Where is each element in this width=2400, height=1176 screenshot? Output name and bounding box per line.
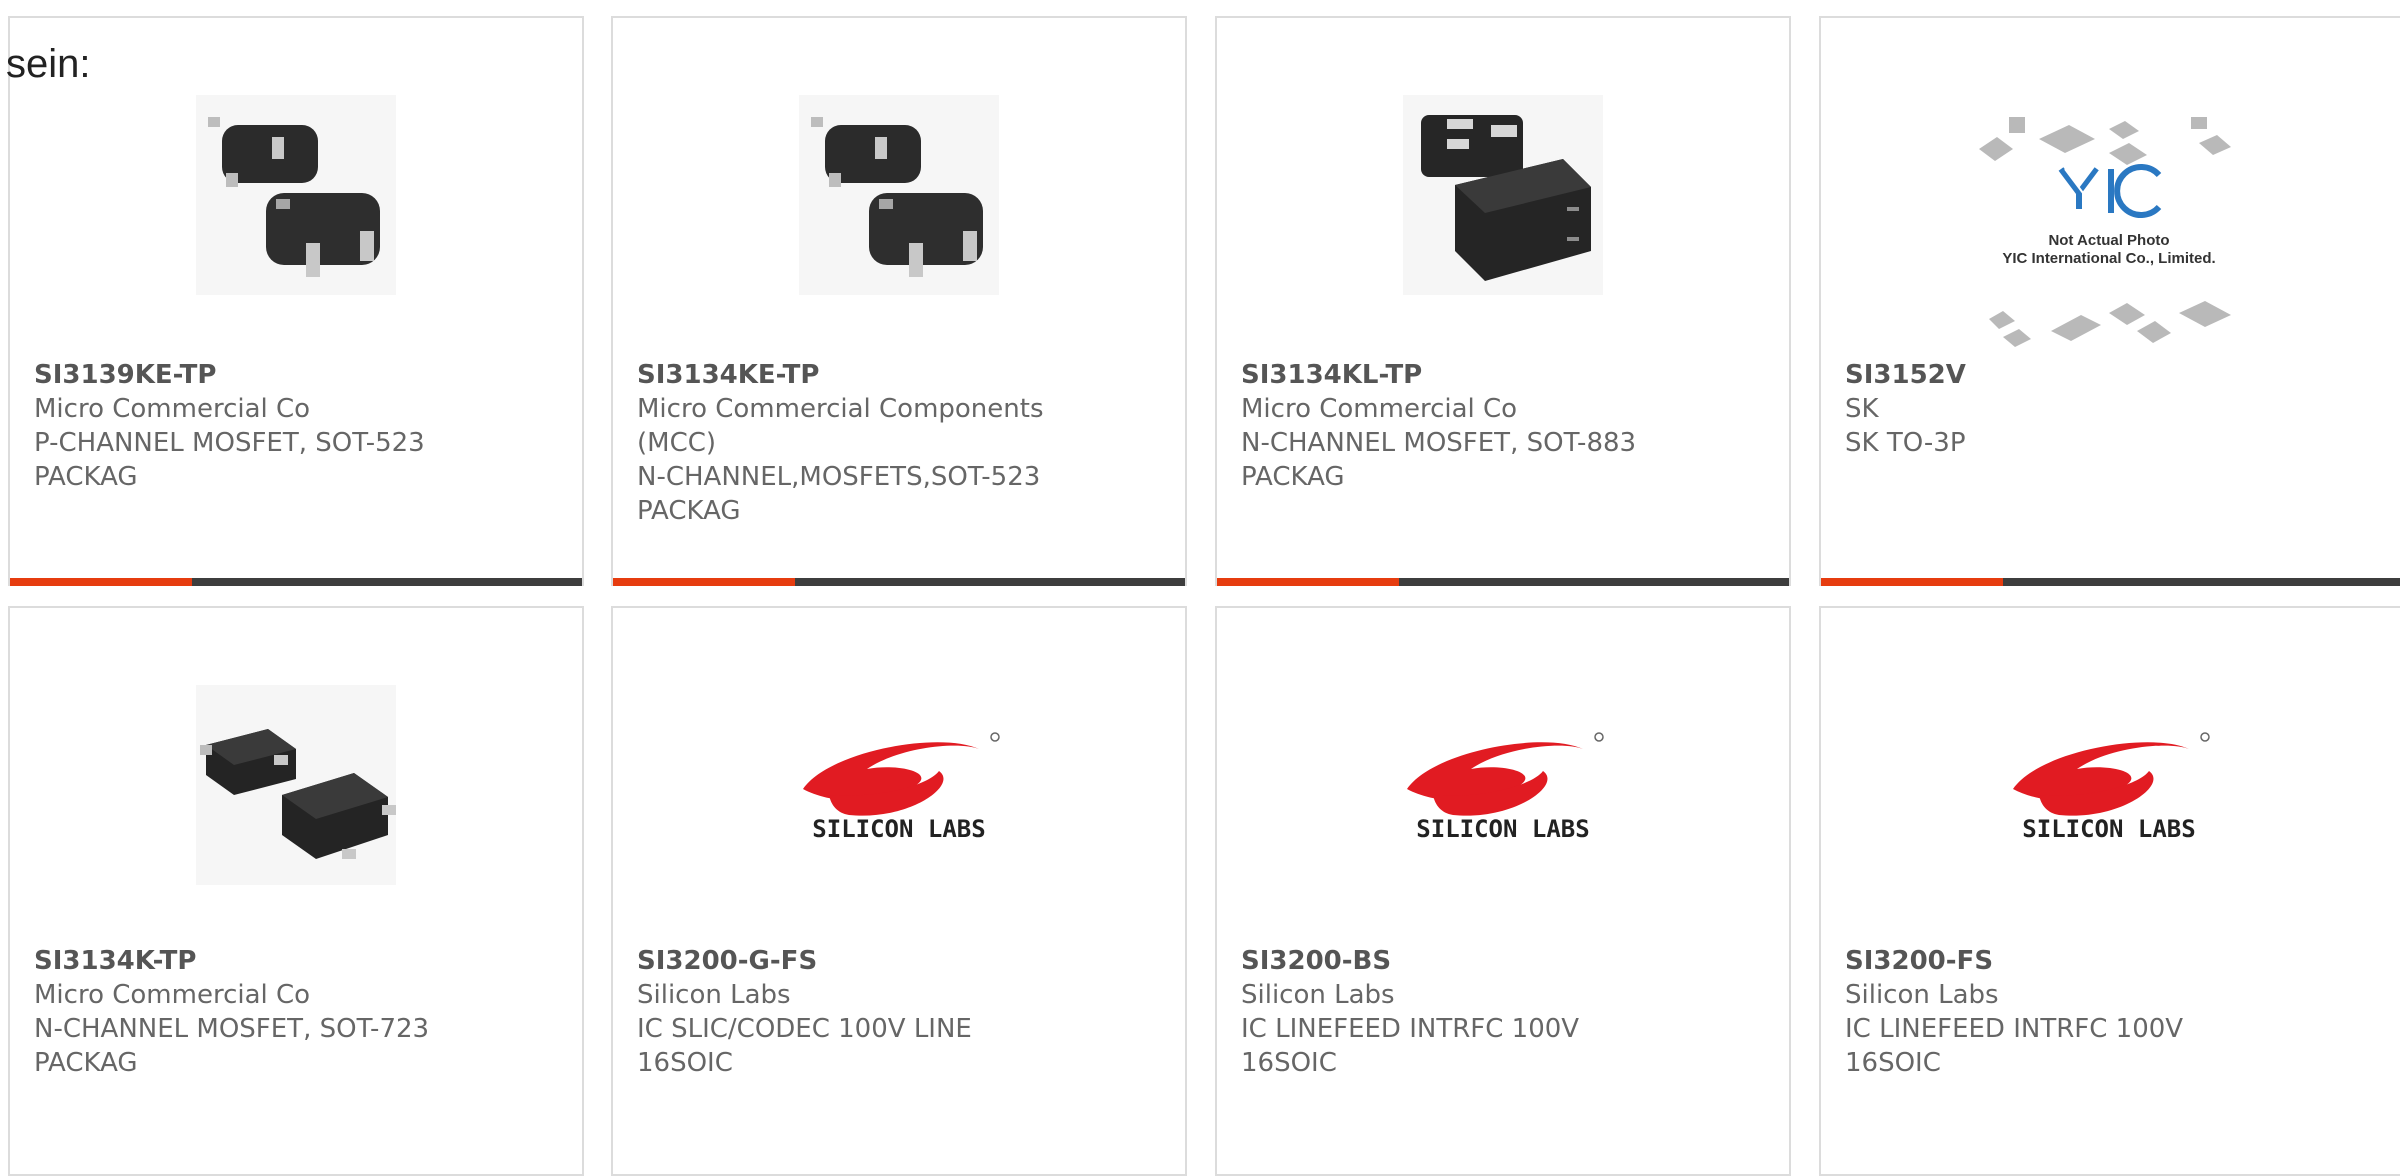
description-line: 16SOIC <box>637 1048 733 1078</box>
part-number-link[interactable]: SI3134KE-TP <box>637 358 1165 392</box>
manufacturer: Micro Commercial Co <box>34 980 311 1010</box>
sot-883-package-icon <box>1403 95 1603 295</box>
description-line: SK TO-3P <box>1845 428 1966 458</box>
silicon-labs-logo: SILICON LABS <box>803 732 1000 843</box>
card-accent <box>1821 578 2003 586</box>
product-card[interactable]: SI3134K-TP Micro Commercial Co N-CHANNEL… <box>8 606 584 1176</box>
product-image[interactable]: SILICON LABS <box>1217 670 1789 900</box>
logo-text: SILICON LABS <box>2022 815 2195 843</box>
description-line: 16SOIC <box>1845 1048 1941 1078</box>
silicon-labs-logo: SILICON LABS <box>1407 732 1604 843</box>
product-image[interactable] <box>10 670 582 900</box>
sot-523-package-icon <box>799 95 999 295</box>
intro-text: sein: <box>6 42 91 86</box>
sot-723-package-icon <box>196 685 396 885</box>
product-card[interactable]: SILICON LABS SI3200-G-FS Silicon Labs IC… <box>611 606 1187 1176</box>
product-image[interactable] <box>1217 80 1789 310</box>
manufacturer-line-2: (MCC) <box>637 428 717 458</box>
manufacturer: Silicon Labs <box>637 980 791 1010</box>
placeholder-caption: YIC International Co., Limited. <box>2002 250 2215 267</box>
logo-text: SILICON LABS <box>812 815 985 843</box>
part-number-link[interactable]: SI3134KL-TP <box>1241 358 1769 392</box>
manufacturer: Micro Commercial Co <box>1241 394 1518 424</box>
product-info: SI3139KE-TP Micro Commercial Co P-CHANNE… <box>34 358 562 494</box>
product-info: SI3134KL-TP Micro Commercial Co N-CHANNE… <box>1241 358 1769 494</box>
product-image[interactable]: SILICON LABS <box>1821 670 2397 900</box>
description-line: N-CHANNEL MOSFET, SOT-723 <box>34 1014 430 1044</box>
placeholder-caption: Not Actual Photo <box>2048 232 2169 249</box>
description-line: PACKAG <box>34 1048 138 1078</box>
product-card[interactable]: SI3134KL-TP Micro Commercial Co N-CHANNE… <box>1215 16 1791 586</box>
part-number-link[interactable]: SI3139KE-TP <box>34 358 562 392</box>
product-info: SI3200-BS Silicon Labs IC LINEFEED INTRF… <box>1241 944 1769 1080</box>
description-line: P-CHANNEL MOSFET, SOT-523 <box>34 428 425 458</box>
logo-text: SILICON LABS <box>1416 815 1589 843</box>
card-accent <box>613 578 795 586</box>
product-card[interactable]: SILICON LABS SI3200-FS Silicon Labs IC L… <box>1819 606 2400 1176</box>
card-footer-bar <box>10 578 582 586</box>
manufacturer: SK <box>1845 394 1879 424</box>
description-line: 16SOIC <box>1241 1048 1337 1078</box>
manufacturer: Micro Commercial Co <box>34 394 311 424</box>
description-line: IC LINEFEED INTRFC 100V <box>1845 1014 2184 1044</box>
part-number-link[interactable]: SI3200-BS <box>1241 944 1769 978</box>
product-image[interactable] <box>613 80 1185 310</box>
card-footer-bar <box>1217 578 1789 586</box>
description-line: IC SLIC/CODEC 100V LINE <box>637 1014 972 1044</box>
manufacturer: Micro Commercial Components <box>637 394 1044 424</box>
product-card[interactable]: SI3134KE-TP Micro Commercial Components … <box>611 16 1187 586</box>
card-footer-bar <box>1821 578 2400 586</box>
product-image[interactable]: Not Actual Photo YIC International Co., … <box>1821 104 2397 374</box>
part-number-link[interactable]: SI3134K-TP <box>34 944 562 978</box>
manufacturer: Silicon Labs <box>1845 980 1999 1010</box>
description-line: N-CHANNEL,MOSFETS,SOT-523 <box>637 462 1041 492</box>
yic-placeholder-icon: Not Actual Photo YIC International Co., … <box>1979 117 2231 347</box>
product-card[interactable]: SI3139KE-TP Micro Commercial Co P-CHANNE… <box>8 16 584 586</box>
card-accent <box>1217 578 1399 586</box>
silicon-labs-logo: SILICON LABS <box>2013 732 2210 843</box>
product-info: SI3134KE-TP Micro Commercial Components … <box>637 358 1165 528</box>
product-info: SI3152V SK SK TO-3P <box>1845 358 2380 460</box>
part-number-link[interactable]: SI3152V <box>1845 358 2380 392</box>
part-number-link[interactable]: SI3200-G-FS <box>637 944 1165 978</box>
part-number-link[interactable]: SI3200-FS <box>1845 944 2380 978</box>
product-info: SI3200-FS Silicon Labs IC LINEFEED INTRF… <box>1845 944 2380 1080</box>
card-accent <box>10 578 192 586</box>
product-info: SI3200-G-FS Silicon Labs IC SLIC/CODEC 1… <box>637 944 1165 1080</box>
manufacturer: Silicon Labs <box>1241 980 1395 1010</box>
product-image[interactable] <box>10 80 582 310</box>
description-line: PACKAG <box>34 462 138 492</box>
description-line: PACKAG <box>1241 462 1345 492</box>
description-line: PACKAG <box>637 496 741 526</box>
product-card[interactable]: Not Actual Photo YIC International Co., … <box>1819 16 2400 586</box>
product-card[interactable]: SILICON LABS SI3200-BS Silicon Labs IC L… <box>1215 606 1791 1176</box>
card-footer-bar <box>613 578 1185 586</box>
sot-523-package-icon <box>196 95 396 295</box>
description-line: IC LINEFEED INTRFC 100V <box>1241 1014 1580 1044</box>
product-image[interactable]: SILICON LABS <box>613 670 1185 900</box>
product-info: SI3134K-TP Micro Commercial Co N-CHANNEL… <box>34 944 562 1080</box>
description-line: N-CHANNEL MOSFET, SOT-883 <box>1241 428 1637 458</box>
